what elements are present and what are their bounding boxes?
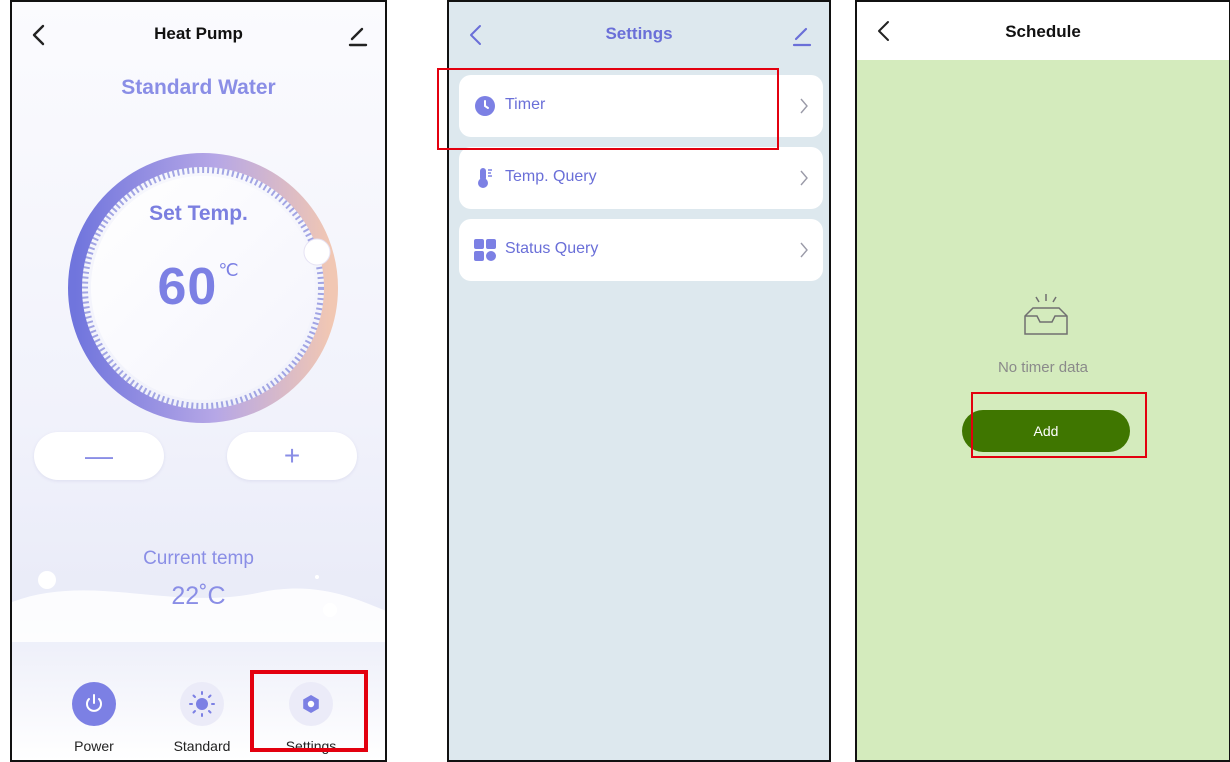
increase-button[interactable]: + <box>227 432 357 480</box>
grid-icon <box>474 239 496 261</box>
settings-item-label: Temp. Query <box>505 168 597 185</box>
settings-screen: Settings Timer Temp. Query Status Query <box>447 0 831 762</box>
edit-icon[interactable] <box>789 22 815 48</box>
settings-item-label: Timer <box>505 96 546 113</box>
settings-item-status-query[interactable]: Status Query <box>459 219 823 281</box>
chevron-right-icon <box>800 242 808 258</box>
tab-standard[interactable]: Standard <box>152 682 252 754</box>
settings-item-temp-query[interactable]: Temp. Query <box>459 147 823 209</box>
empty-state-text: No timer data <box>997 359 1089 376</box>
tab-label: Standard <box>173 738 231 754</box>
gear-icon <box>289 682 333 726</box>
tab-label: Settings <box>285 738 337 754</box>
page-title: Schedule <box>1005 22 1081 41</box>
settings-item-timer[interactable]: Timer <box>459 75 823 137</box>
empty-inbox-icon <box>1024 294 1068 335</box>
heat-pump-screen: Heat Pump Standard Water Set Temp. 60℃ —… <box>10 0 387 762</box>
decrease-button[interactable]: — <box>34 432 164 480</box>
settings-item-label: Status Query <box>505 240 599 257</box>
set-temp-value: 60℃ <box>157 258 240 316</box>
page-title: Heat Pump <box>154 24 243 43</box>
set-temp-label: Set Temp. <box>149 202 248 225</box>
schedule-screen: Schedule No timer data Add <box>855 0 1230 762</box>
tab-settings[interactable]: Settings <box>261 682 361 754</box>
page-title: Settings <box>605 24 673 43</box>
highlight-box <box>971 392 1147 458</box>
sun-icon <box>180 682 224 726</box>
tab-label: Power <box>74 738 114 754</box>
header: Schedule <box>857 2 1229 60</box>
chevron-right-icon <box>800 98 808 114</box>
tab-power[interactable]: Power <box>44 682 144 754</box>
mode-title: Standard Water <box>121 76 276 99</box>
header: Settings <box>449 2 829 68</box>
clock-icon <box>475 96 495 116</box>
current-temp-label: Current temp <box>143 548 254 569</box>
header: Heat Pump <box>12 2 385 68</box>
temp-unit: ℃ <box>218 260 240 280</box>
current-temp-value: 22˚C <box>171 582 226 610</box>
bottom-tab-bar: Power Standard Settings <box>12 682 385 760</box>
edit-icon[interactable] <box>345 22 371 48</box>
chevron-right-icon <box>800 170 808 186</box>
thermometer-icon <box>478 168 492 188</box>
power-icon <box>72 682 116 726</box>
